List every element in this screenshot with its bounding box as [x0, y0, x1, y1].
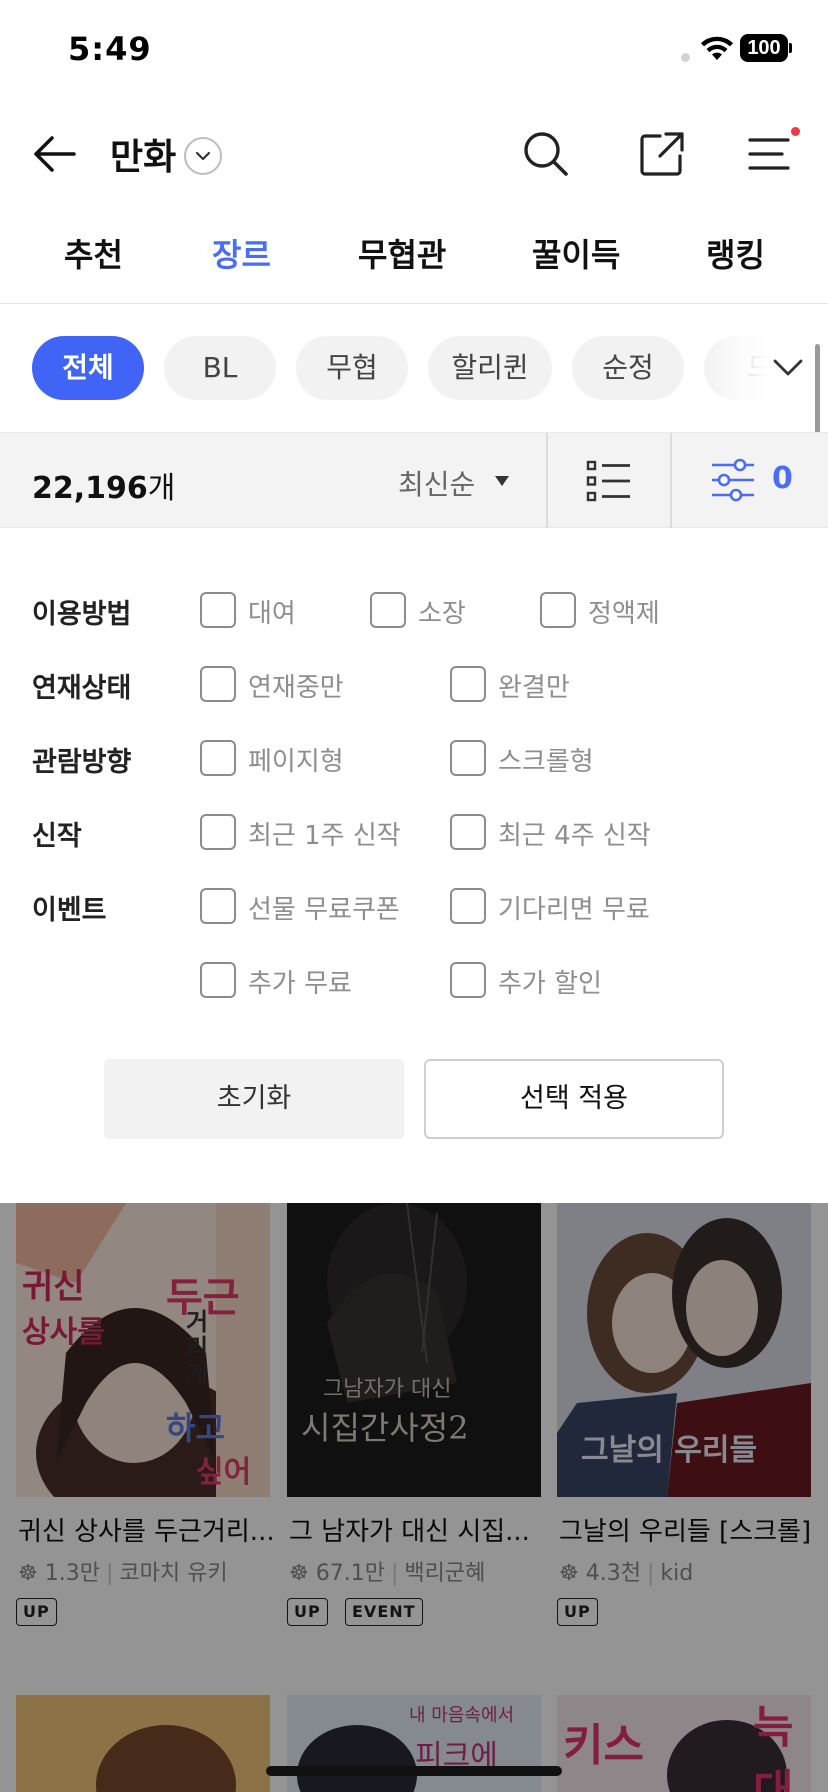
category-tabs: 추천 장르 무협관 꿀이득 랭킹	[0, 218, 828, 304]
chevron-down-icon[interactable]	[770, 350, 806, 386]
checkbox[interactable]	[450, 888, 486, 924]
tab-ranking[interactable]: 랭킹	[706, 230, 765, 276]
privacy-dot-icon	[681, 53, 690, 62]
category-dropdown-button[interactable]	[184, 137, 222, 175]
app-bar: 만화	[0, 104, 828, 204]
genre-chip-row: 전체 BL 무협 할리퀸 순정 드	[0, 336, 828, 400]
filter-label-new: 신작	[32, 821, 82, 852]
checkbox[interactable]	[200, 962, 236, 998]
result-toolbar: 22,196개 최신순 0	[0, 432, 828, 529]
checkbox[interactable]	[450, 666, 486, 702]
genre-chip-martial[interactable]: 무협	[296, 336, 408, 400]
filter-label-view-direction: 관람방향	[32, 747, 132, 778]
home-indicator[interactable]	[266, 1766, 562, 1776]
menu-icon[interactable]	[744, 128, 796, 180]
filter-label-event: 이벤트	[32, 895, 107, 926]
status-bar: 5:49 100	[0, 0, 828, 96]
tab-deals[interactable]: 꿀이득	[532, 230, 620, 276]
sort-dropdown[interactable]: 최신순	[398, 463, 475, 503]
back-arrow-icon[interactable]	[30, 130, 78, 178]
checkbox[interactable]	[540, 592, 576, 628]
list-view-icon[interactable]	[586, 459, 632, 503]
chevron-down-icon	[195, 151, 211, 161]
filter-sliders-icon[interactable]	[710, 457, 756, 503]
share-external-icon[interactable]	[636, 128, 688, 180]
genre-chip-romance[interactable]: 순정	[572, 336, 684, 400]
genre-chip-harlequin[interactable]: 할리퀸	[428, 336, 552, 400]
checkbox[interactable]	[450, 814, 486, 850]
checkbox[interactable]	[200, 740, 236, 776]
reset-button[interactable]: 초기화	[104, 1059, 404, 1139]
battery-level: 100	[740, 34, 788, 62]
filter-label-status: 연재상태	[32, 673, 132, 704]
tab-genre[interactable]: 장르	[212, 230, 271, 276]
filter-label-usage: 이용방법	[32, 599, 132, 630]
tab-recommend[interactable]: 추천	[64, 230, 123, 276]
tab-martial-arts[interactable]: 무협관	[358, 230, 446, 276]
checkbox[interactable]	[450, 740, 486, 776]
checkbox[interactable]	[200, 888, 236, 924]
checkbox[interactable]	[370, 592, 406, 628]
genre-chip-all[interactable]: 전체	[32, 336, 144, 400]
result-count: 22,196개	[32, 471, 176, 506]
search-icon[interactable]	[520, 128, 572, 180]
apply-button[interactable]: 선택 적용	[424, 1059, 724, 1139]
wifi-icon	[701, 36, 733, 60]
page-title[interactable]: 만화	[110, 128, 176, 180]
checkbox[interactable]	[200, 666, 236, 702]
checkbox[interactable]	[200, 592, 236, 628]
checkbox[interactable]	[200, 814, 236, 850]
filter-count: 0	[772, 461, 793, 496]
checkbox[interactable]	[450, 962, 486, 998]
comic-grid: 귀신 상사를 두근 거리게 하고 싶어 귀신 상사를 두근거리... ☸ 1.3…	[0, 1203, 828, 1792]
dim-overlay[interactable]	[0, 1203, 828, 1792]
status-time: 5:49	[68, 30, 152, 68]
battery-icon: 100	[740, 34, 792, 62]
notification-badge	[791, 127, 800, 136]
caret-down-icon	[495, 476, 509, 486]
genre-chip-bl[interactable]: BL	[164, 336, 276, 400]
